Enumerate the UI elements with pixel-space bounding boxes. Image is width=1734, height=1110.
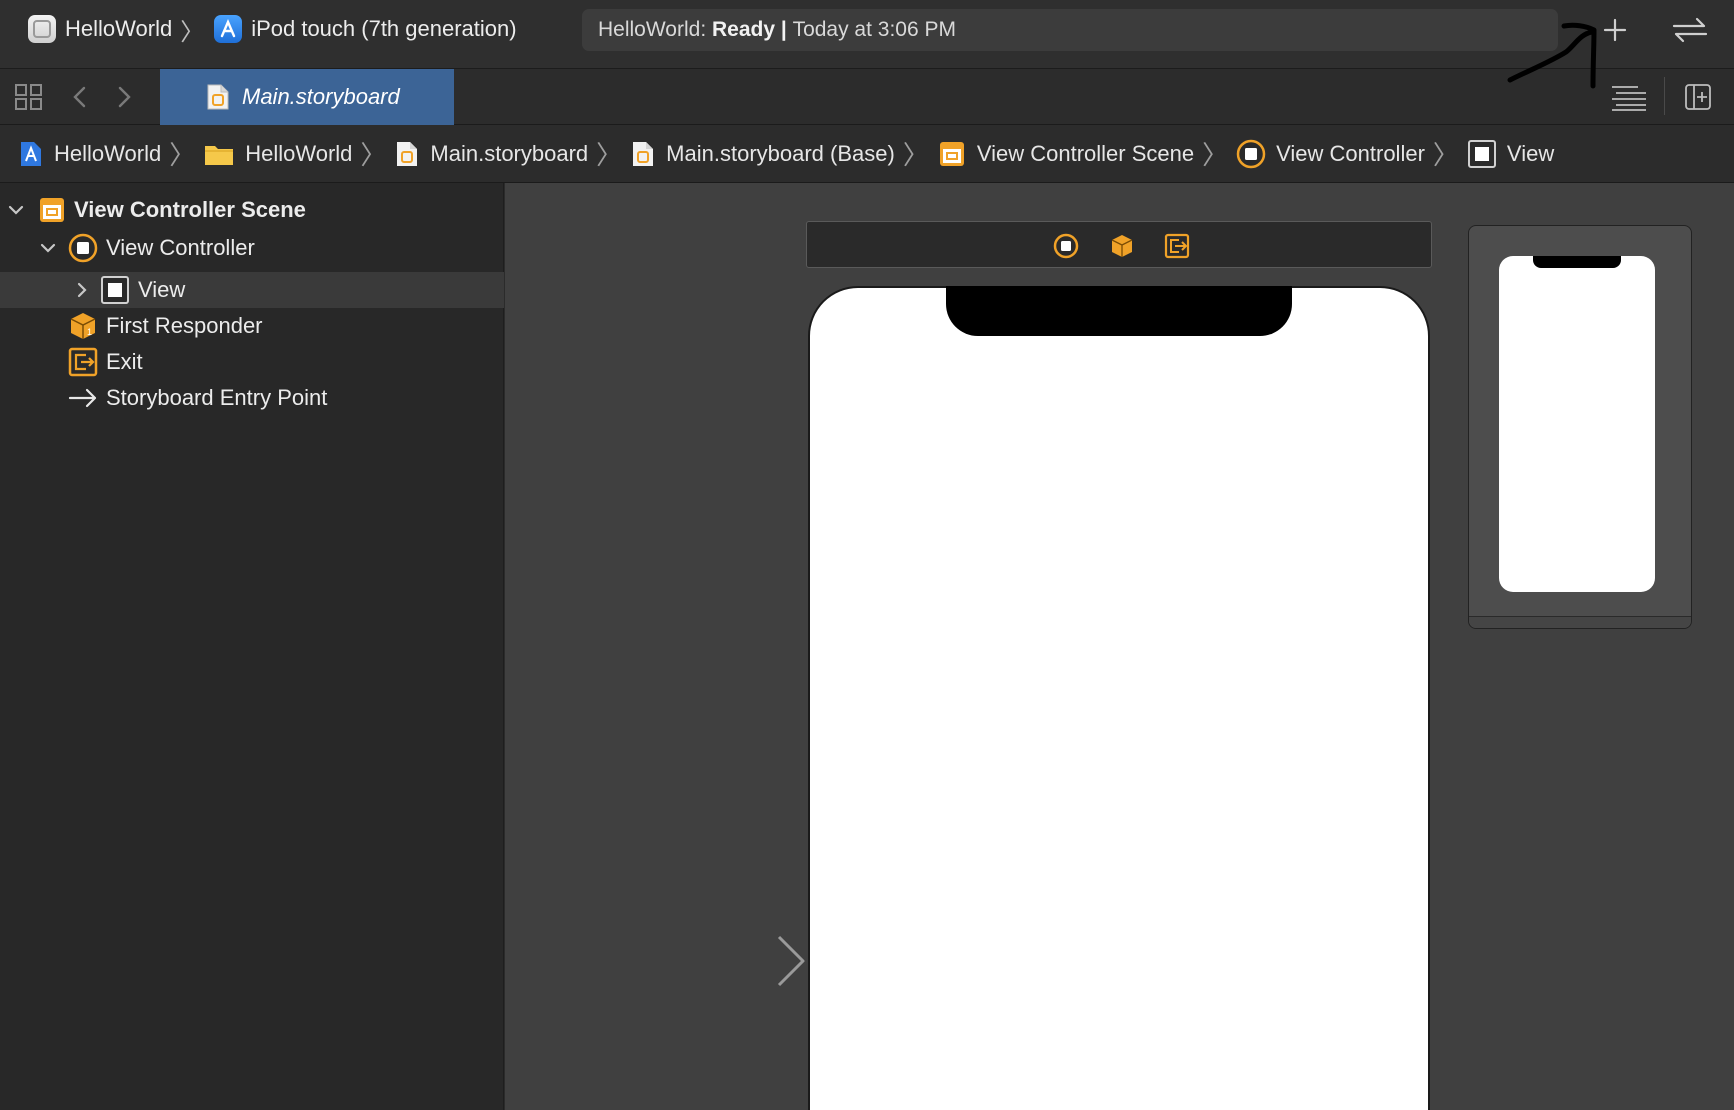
crumb-view-controller[interactable]: View Controller bbox=[1236, 134, 1425, 174]
chevron-right-icon: 〉 bbox=[180, 18, 205, 46]
status-state: Ready bbox=[711, 18, 776, 41]
status-time: Today at 3:06 PM bbox=[792, 18, 956, 41]
outline-item-exit[interactable]: Exit bbox=[0, 344, 504, 380]
crumb-label: Main.storyboard (Base) bbox=[666, 140, 895, 166]
chevron-right-icon: 〉 bbox=[1432, 140, 1459, 170]
crumb-label: View Controller bbox=[1276, 140, 1425, 166]
crumb-project[interactable]: HelloWorld bbox=[18, 134, 161, 174]
storyboard-file-icon bbox=[207, 84, 229, 110]
outline-item-view-controller[interactable]: View Controller bbox=[0, 230, 504, 266]
project-icon bbox=[18, 140, 44, 168]
entry-point-arrow-icon bbox=[68, 383, 98, 413]
window-toolbar: HelloWorld 〉 iPod touch (7th generation)… bbox=[0, 0, 1734, 69]
exit-icon[interactable] bbox=[1164, 233, 1190, 259]
svg-text:1: 1 bbox=[87, 327, 92, 337]
forward-button[interactable] bbox=[114, 85, 134, 114]
outline-label: Exit bbox=[106, 349, 143, 374]
storyboard-file-icon bbox=[630, 140, 656, 168]
crumb-label: View bbox=[1506, 140, 1555, 166]
view-controller-icon bbox=[68, 233, 98, 263]
view-icon bbox=[100, 275, 130, 305]
outline-item-entry-point[interactable]: Storyboard Entry Point bbox=[0, 380, 504, 416]
simulator-device-icon bbox=[214, 15, 243, 43]
run-destination[interactable]: iPod touch (7th generation) bbox=[251, 16, 516, 42]
lines-icon bbox=[1612, 86, 1646, 111]
crumb-folder[interactable]: HelloWorld bbox=[203, 134, 352, 174]
chevron-right-icon: 〉 bbox=[902, 140, 929, 170]
chevron-right-icon bbox=[118, 86, 131, 108]
back-button[interactable] bbox=[70, 85, 90, 114]
tab-main-storyboard[interactable]: Main.storyboard bbox=[160, 69, 454, 125]
crumb-label: View Controller Scene bbox=[976, 140, 1195, 166]
device-frame[interactable] bbox=[808, 286, 1430, 1110]
view-icon bbox=[1467, 139, 1497, 168]
chevron-right-icon: 〉 bbox=[360, 140, 387, 170]
chevron-down-icon[interactable] bbox=[6, 200, 26, 220]
add-editor-icon bbox=[1685, 84, 1711, 110]
outline-label: Storyboard Entry Point bbox=[106, 385, 328, 410]
minimap-device bbox=[1499, 256, 1655, 592]
minimap-overview[interactable] bbox=[1468, 225, 1692, 629]
editor-options-button[interactable] bbox=[1610, 83, 1648, 116]
crumb-storyboard[interactable]: Main.storyboard bbox=[394, 134, 588, 174]
status-scheme: HelloWorld: bbox=[598, 18, 712, 41]
editor-tab-bar: Main.storyboard bbox=[0, 69, 1734, 125]
divider bbox=[1664, 77, 1665, 115]
storyboard-file-icon bbox=[394, 140, 420, 168]
view-controller-icon[interactable] bbox=[1053, 233, 1079, 259]
crumb-label: HelloWorld bbox=[54, 140, 162, 166]
device-notch bbox=[946, 286, 1292, 336]
swap-editor-button[interactable] bbox=[1668, 12, 1712, 48]
crumb-view[interactable]: View bbox=[1467, 134, 1554, 174]
crumb-scene[interactable]: View Controller Scene bbox=[937, 134, 1194, 174]
first-responder-icon: 1 bbox=[68, 311, 98, 341]
crumb-storyboard-base[interactable]: Main.storyboard (Base) bbox=[630, 134, 895, 174]
entry-point-arrow-icon[interactable] bbox=[655, 931, 807, 991]
first-responder-icon[interactable] bbox=[1109, 233, 1135, 259]
scheme-name[interactable]: HelloWorld bbox=[65, 16, 172, 42]
outline-label: View Controller Scene bbox=[74, 197, 306, 222]
outline-label: View Controller bbox=[106, 235, 255, 260]
app-icon bbox=[28, 15, 56, 43]
minimap-footer bbox=[1469, 616, 1691, 628]
activity-status-bar: HelloWorld: Ready | Today at 3:06 PM bbox=[582, 9, 1558, 51]
outline-item-scene[interactable]: View Controller Scene bbox=[0, 192, 504, 228]
chevron-left-icon bbox=[73, 86, 86, 108]
status-separator: | bbox=[775, 18, 793, 41]
storyboard-canvas[interactable] bbox=[505, 183, 1734, 1110]
document-outline: View Controller Scene View Controller Vi… bbox=[0, 183, 504, 1110]
outline-label: View bbox=[138, 277, 186, 302]
jump-bar: HelloWorld 〉 HelloWorld 〉 Main.storyboar… bbox=[0, 125, 1734, 183]
related-items-button[interactable] bbox=[14, 83, 44, 116]
folder-icon bbox=[203, 140, 235, 168]
minimap-notch bbox=[1533, 256, 1621, 268]
crumb-label: Main.storyboard bbox=[430, 140, 589, 166]
exit-icon bbox=[68, 347, 98, 377]
crumb-label: HelloWorld bbox=[245, 140, 353, 166]
scene-icon bbox=[937, 140, 967, 168]
scheme-selector[interactable]: HelloWorld 〉 iPod touch (7th generation) bbox=[28, 14, 517, 46]
scene-dock[interactable] bbox=[806, 221, 1432, 268]
handwritten-arrow-annotation bbox=[1507, 22, 1597, 89]
grid-icon bbox=[15, 84, 42, 110]
view-controller-icon bbox=[1236, 139, 1266, 168]
chevron-right-icon[interactable] bbox=[72, 280, 92, 300]
scene-icon bbox=[37, 195, 67, 225]
chevron-right-icon: 〉 bbox=[596, 140, 623, 170]
outline-label: First Responder bbox=[106, 313, 263, 338]
outline-item-first-responder[interactable]: 1 First Responder bbox=[0, 308, 504, 344]
tab-label: Main.storyboard bbox=[242, 84, 400, 109]
chevron-down-icon[interactable] bbox=[38, 238, 58, 258]
swap-arrows-icon bbox=[1672, 17, 1708, 43]
chevron-right-icon: 〉 bbox=[1202, 140, 1229, 170]
outline-item-view[interactable]: View bbox=[0, 272, 504, 308]
add-editor-button[interactable] bbox=[1684, 83, 1712, 116]
chevron-right-icon: 〉 bbox=[169, 140, 196, 170]
